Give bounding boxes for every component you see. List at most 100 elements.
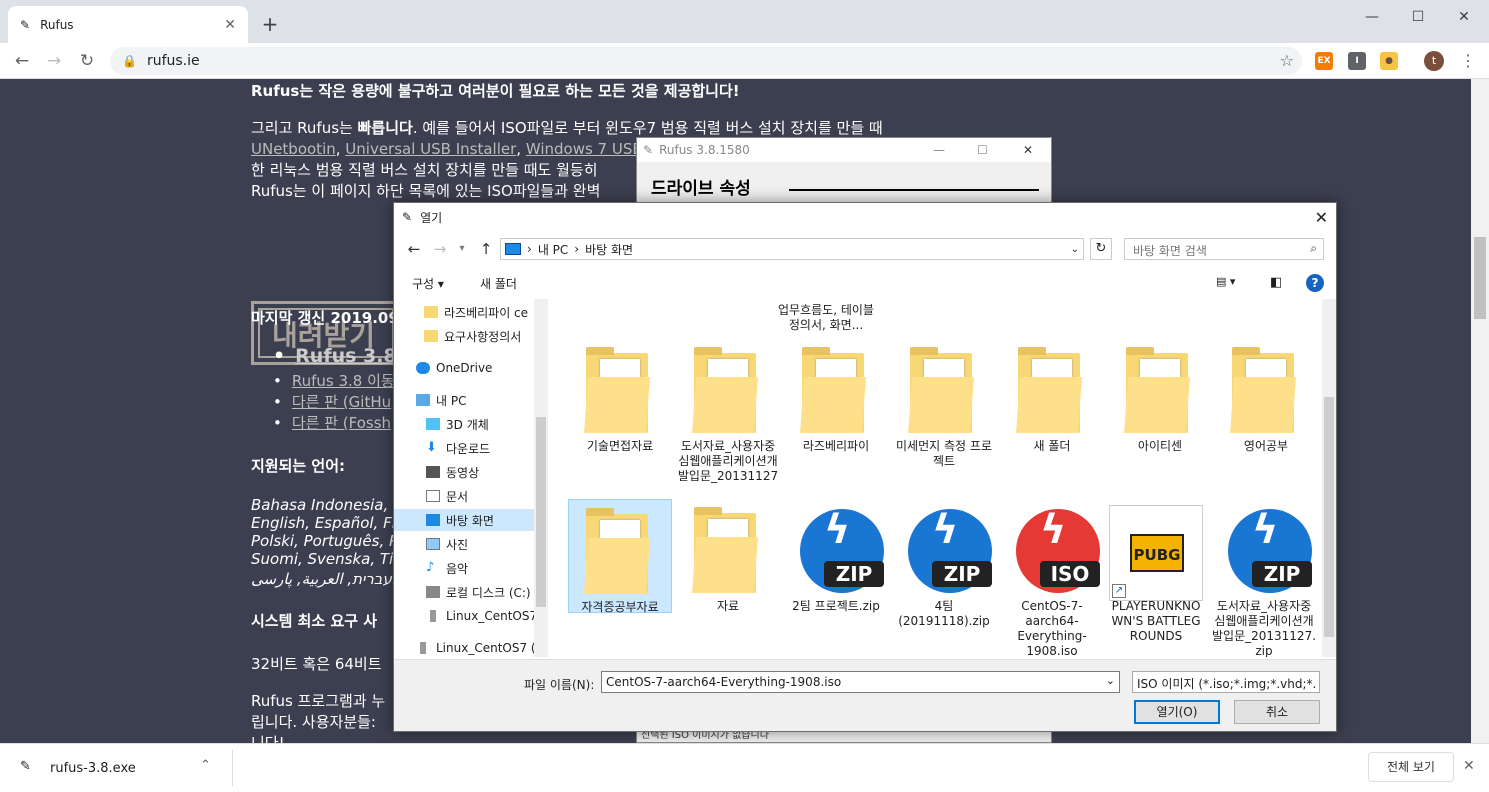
nav-label: 내 PC [436, 393, 467, 408]
show-all-button[interactable]: 전체 보기 [1368, 752, 1454, 782]
dialog-back-icon[interactable]: ← [402, 237, 426, 261]
new-tab-button[interactable]: + [258, 12, 282, 36]
download-link-github[interactable]: • 다른 판 (GitHu [251, 393, 391, 411]
recent-locations-icon[interactable]: ▾ [450, 237, 474, 261]
preview-pane-icon[interactable]: ◧ [1270, 275, 1282, 290]
rufus-minimize-icon[interactable]: — [933, 143, 945, 157]
menu-icon[interactable]: ⋮ [1460, 51, 1476, 70]
nav-item-onedrive[interactable]: OneDrive [416, 357, 534, 379]
file-item[interactable]: PUBG ↗ PLAYERUNKNOWN'S BATTLEGROUNDS [1100, 503, 1212, 644]
file-item[interactable]: 도서자료_사용자중심웹애플리케이션개발입문_20131127 [676, 343, 780, 484]
filetype-select[interactable]: ISO 이미지 (*.iso;*.img;*.vhd;*. [1132, 671, 1320, 693]
close-shelf-icon[interactable]: ✕ [1463, 758, 1475, 774]
github-link-text[interactable]: 다른 판 (GitHu [292, 393, 391, 411]
help-icon[interactable]: ? [1306, 274, 1324, 292]
close-tab-icon[interactable]: ✕ [224, 17, 236, 33]
nav-item-local-disk[interactable]: 로컬 디스크 (C:) [426, 581, 534, 603]
path-pc[interactable]: 내 PC [538, 241, 568, 258]
nav-item-usb-d[interactable]: Linux_CentOS7 (D [416, 637, 534, 659]
nav-item-downloads[interactable]: ⬇ 다운로드 [426, 437, 534, 459]
file-item[interactable]: ϟ ZIP 2팀 프로젝트.zip [784, 503, 888, 614]
nav-scrollbar[interactable] [534, 299, 548, 657]
bookmark-star-icon[interactable]: ☆ [1280, 51, 1294, 70]
file-grid-scrollbar-thumb[interactable] [1324, 397, 1334, 637]
pubg-logo: PUBG [1130, 534, 1184, 572]
link-uui[interactable]: Universal USB Installer [345, 140, 516, 158]
search-input[interactable]: 바탕 화면 검색 ⌕ [1124, 238, 1324, 260]
file-item[interactable]: ϟ ZIP 도서자료_사용자중심웹애플리케이션개발입문_20131127.zip [1212, 503, 1316, 657]
file-item[interactable]: 미세먼지 측정 프로젝트 [892, 343, 996, 469]
languages-heading: 지원되는 언어: [251, 457, 346, 475]
extension-ex-icon[interactable]: EX [1315, 52, 1333, 70]
maximize-icon[interactable]: ☐ [1395, 4, 1441, 30]
close-window-icon[interactable]: ✕ [1441, 4, 1487, 30]
tab-title: Rufus [40, 17, 74, 32]
page-scrollbar[interactable] [1471, 79, 1489, 743]
file-item[interactable]: 라즈베리파이 [784, 343, 888, 454]
file-item[interactable]: 기술면접자료 [568, 343, 672, 454]
path-dropdown-icon[interactable]: ⌄ [1071, 244, 1079, 255]
rufus-maximize-icon[interactable]: ☐ [977, 143, 988, 157]
nav-label: 요구사항정의서 [444, 329, 522, 344]
profile-avatar[interactable]: t [1424, 51, 1444, 71]
up-folder-icon[interactable]: ↑ [474, 237, 498, 261]
download-filename[interactable]: rufus-3.8.exe [50, 761, 136, 776]
file-label: 4팀(20191118).zip [898, 599, 990, 628]
address-bar[interactable]: 🔒 rufus.ie ☆ [110, 47, 1302, 75]
nav-item-pictures[interactable]: 사진 [426, 533, 534, 555]
file-item-partial[interactable]: 업무흐름도, 테이블정의서, 화면... [774, 303, 878, 333]
file-item[interactable]: 자료 [676, 503, 780, 614]
open-button[interactable]: 열기(O) [1134, 700, 1220, 724]
extension-cookie-icon[interactable]: ● [1380, 52, 1398, 70]
nav-item-raspberry[interactable]: 라즈베리파이 ce [424, 301, 534, 323]
dialog-close-icon[interactable]: ✕ [1315, 208, 1328, 227]
usb-icon [420, 642, 426, 654]
nav-item-this-pc[interactable]: 내 PC [416, 389, 534, 411]
back-icon[interactable]: ← [10, 49, 34, 73]
path-bar[interactable]: › 내 PC › 바탕 화면 ⌄ [500, 238, 1084, 260]
link-unetbootin[interactable]: UNetbootin [251, 140, 336, 158]
portable-link-text[interactable]: Rufus 3.8 이동 [292, 372, 395, 390]
path-desktop[interactable]: 바탕 화면 [585, 241, 633, 258]
filename-dropdown-icon[interactable]: ⌄ [1106, 674, 1115, 687]
cancel-button[interactable]: 취소 [1234, 700, 1320, 724]
filename-input[interactable]: CentOS-7-aarch64-Everything-1908.iso ⌄ [601, 671, 1120, 693]
file-grid-scrollbar[interactable] [1322, 299, 1336, 657]
download-options-icon[interactable]: ⌃ [200, 758, 211, 773]
page-scrollbar-thumb[interactable] [1474, 237, 1486, 319]
download-link-portable[interactable]: • Rufus 3.8 이동 [251, 372, 395, 390]
nav-item-videos[interactable]: 동영상 [426, 461, 534, 483]
nav-item-requirements[interactable]: 요구사항정의서 [424, 325, 534, 347]
file-item[interactable]: 새 폴더 [1000, 343, 1104, 454]
nav-item-usb[interactable]: Linux_CentOS7 [426, 605, 534, 627]
search-icon: ⌕ [1310, 241, 1317, 255]
nav-scrollbar-thumb[interactable] [536, 417, 546, 607]
file-label: CentOS-7-aarch64-Everything-1908.iso [1017, 599, 1087, 657]
download-link-rufus[interactable]: • Rufus 3.8 [251, 345, 397, 367]
refresh-icon[interactable]: ↻ [1090, 238, 1112, 260]
organize-button[interactable]: 구성 ▾ [412, 275, 444, 292]
file-item[interactable]: ϟ ISO CentOS-7-aarch64-Everything-1908.iso [1000, 503, 1104, 657]
new-folder-button[interactable]: 새 폴더 [480, 275, 517, 292]
file-item-selected[interactable]: 자격증공부자료 [568, 499, 672, 614]
forward-icon[interactable]: → [42, 49, 66, 73]
minimize-icon[interactable]: — [1349, 4, 1395, 30]
rufus-link-text[interactable]: Rufus 3.8 [295, 345, 397, 367]
download-link-fosshub[interactable]: • 다른 판 (Fossh [251, 414, 391, 432]
extension-i-icon[interactable]: I [1348, 52, 1366, 70]
nav-label: 동영상 [446, 465, 480, 480]
fosshub-link-text[interactable]: 다른 판 (Fossh [292, 414, 391, 432]
dialog-forward-icon[interactable]: → [428, 237, 452, 261]
file-item[interactable]: 영어공부 [1214, 343, 1318, 454]
nav-item-desktop[interactable]: 바탕 화면 [394, 509, 534, 531]
nav-label: 다운로드 [446, 441, 491, 456]
rufus-close-icon[interactable]: ✕ [1023, 143, 1033, 157]
browser-tab[interactable]: ✎ Rufus ✕ [8, 6, 248, 43]
file-item[interactable]: ϟ ZIP 4팀(20191118).zip [892, 503, 996, 629]
nav-item-3d[interactable]: 3D 개체 [426, 413, 534, 435]
reload-icon[interactable]: ↻ [75, 49, 99, 73]
nav-item-music[interactable]: ♪ 음악 [426, 557, 534, 579]
view-options-icon[interactable]: ▤ ▾ [1216, 275, 1235, 288]
file-item[interactable]: 아이티센 [1108, 343, 1212, 454]
nav-item-documents[interactable]: 문서 [426, 485, 534, 507]
